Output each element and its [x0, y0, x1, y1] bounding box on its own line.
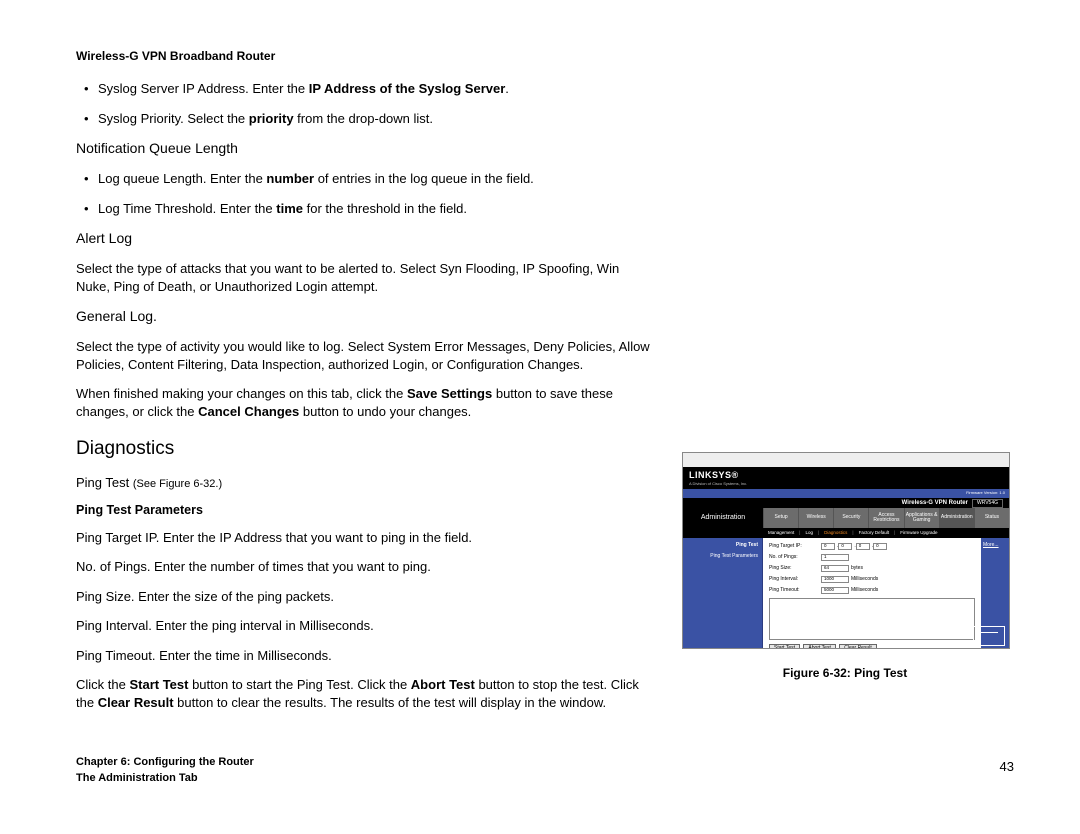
bold: Abort Test — [411, 677, 475, 692]
bullet-syslog-priority: Syslog Priority. Select the priority fro… — [76, 110, 656, 128]
subnav-management[interactable]: Management — [763, 530, 799, 536]
page-number: 43 — [1000, 758, 1014, 776]
section-title-admin: Administration — [683, 508, 763, 528]
heading-notification-queue: Notification Queue Length — [76, 139, 656, 158]
page-header: Wireless-G VPN Broadband Router — [76, 48, 275, 64]
text: button to start the Ping Test. Click the — [188, 677, 410, 692]
input-ping-size[interactable]: 64 — [821, 565, 849, 572]
text: Log queue Length. Enter the — [98, 171, 266, 186]
tab-applications-gaming[interactable]: Applications & Gaming — [904, 508, 939, 528]
text: Syslog Server IP Address. Enter the — [98, 81, 309, 96]
input-ping-interval[interactable]: 1000 — [821, 576, 849, 583]
text: of entries in the log queue in the field… — [314, 171, 534, 186]
text: . — [505, 81, 509, 96]
para-alert-log: Select the type of attacks that you want… — [76, 260, 656, 295]
input-ip-2[interactable]: 0 — [838, 543, 852, 550]
bullet-syslog-ip: Syslog Server IP Address. Enter the IP A… — [76, 80, 656, 98]
text: button to undo your changes. — [299, 404, 471, 419]
footer-tab: The Administration Tab — [76, 771, 254, 786]
brand-logo: LINKSYS® — [689, 469, 739, 481]
bold: IP Address of the Syslog Server — [309, 81, 506, 96]
unit-bytes: bytes — [851, 565, 863, 572]
input-no-pings[interactable]: 1 — [821, 554, 849, 561]
bold: Cancel Changes — [198, 404, 299, 419]
text: Log Time Threshold. Enter the — [98, 201, 276, 216]
main-content: Syslog Server IP Address. Enter the IP A… — [76, 80, 656, 723]
input-ping-timeout[interactable]: 5000 — [821, 587, 849, 594]
text: for the threshold in the field. — [303, 201, 467, 216]
footer-chapter: Chapter 6: Configuring the Router — [76, 755, 254, 770]
subnav-factory-default[interactable]: Factory Default — [854, 530, 895, 536]
page-footer: Chapter 6: Configuring the Router The Ad… — [76, 755, 254, 786]
text: from the drop-down list. — [294, 111, 433, 126]
panel-ping-test: Ping Test — [687, 542, 758, 549]
abort-test-button[interactable]: Abort Test — [803, 644, 835, 649]
bold: time — [276, 201, 303, 216]
panel-ping-params: Ping Test Parameters — [687, 553, 758, 560]
router-window: LINKSYS® A Division of Cisco Systems, In… — [682, 452, 1010, 649]
para-ping-timeout: Ping Timeout. Enter the time in Millisec… — [76, 647, 656, 665]
text: Ping Test — [76, 475, 133, 490]
heading-ping-params: Ping Test Parameters — [76, 502, 656, 519]
text: button to clear the results. The results… — [174, 695, 607, 710]
heading-ping-test: Ping Test (See Figure 6-32.) — [76, 474, 656, 492]
label-target-ip: Ping Target IP: — [769, 543, 821, 550]
router-model: WRV54G — [972, 499, 1003, 508]
input-ip-1[interactable]: 0 — [821, 543, 835, 550]
para-ping-interval: Ping Interval. Enter the ping interval i… — [76, 617, 656, 635]
ping-results-box — [769, 598, 975, 640]
input-ip-3[interactable]: 0 — [856, 543, 870, 550]
bold: priority — [249, 111, 294, 126]
clear-result-button[interactable]: Clear Result — [839, 644, 877, 649]
start-test-button[interactable]: Start Test — [769, 644, 800, 649]
para-ping-target: Ping Target IP. Enter the IP Address tha… — [76, 529, 656, 547]
figure-caption: Figure 6-32: Ping Test — [682, 665, 1008, 681]
tab-wireless[interactable]: Wireless — [798, 508, 833, 528]
tab-status[interactable]: Status — [974, 508, 1009, 528]
tab-access-restrictions[interactable]: Access Restrictions — [868, 508, 903, 528]
subnav-firmware-upgrade[interactable]: Firmware Upgrade — [895, 530, 942, 536]
bold: Clear Result — [98, 695, 174, 710]
label-no-of-pings: No. of Pings: — [769, 554, 821, 561]
tab-administration[interactable]: Administration — [939, 508, 974, 528]
more-link[interactable]: More... — [983, 542, 999, 548]
bullet-log-queue-length: Log queue Length. Enter the number of en… — [76, 170, 656, 188]
para-ping-size: Ping Size. Enter the size of the ping pa… — [76, 588, 656, 606]
label-ping-size: Ping Size: — [769, 565, 821, 572]
para-general-log: Select the type of activity you would li… — [76, 338, 656, 373]
tab-setup[interactable]: Setup — [763, 508, 798, 528]
router-form: Ping Target IP: 0. 0. 0. 0 No. of Pings:… — [763, 538, 981, 649]
firmware-version: Firmware Version: 1.0 — [966, 490, 1005, 495]
router-topbar: LINKSYS® A Division of Cisco Systems, In… — [683, 467, 1009, 489]
help-column: More... — [981, 538, 1009, 649]
text: Syslog Priority. Select the — [98, 111, 249, 126]
text: Click the — [76, 677, 129, 692]
bold: Save Settings — [407, 386, 492, 401]
label-ping-interval: Ping Interval: — [769, 576, 821, 583]
tab-security[interactable]: Security — [833, 508, 868, 528]
heading-diagnostics: Diagnostics — [76, 436, 656, 462]
heading-general-log: General Log. — [76, 307, 656, 326]
input-ip-4[interactable]: 0 — [873, 543, 887, 550]
para-finish: When finished making your changes on thi… — [76, 385, 656, 420]
subnav-diagnostics[interactable]: Diagnostics — [819, 530, 852, 536]
text: When finished making your changes on thi… — [76, 386, 407, 401]
router-left-panel: Ping Test Ping Test Parameters — [683, 538, 763, 649]
figure-ping-test: LINKSYS® A Division of Cisco Systems, In… — [682, 452, 1008, 681]
para-no-of-pings: No. of Pings. Enter the number of times … — [76, 558, 656, 576]
cisco-logo-icon — [973, 626, 1005, 646]
para-buttons: Click the Start Test button to start the… — [76, 676, 656, 711]
bold: number — [266, 171, 314, 186]
router-blueband: Firmware Version: 1.0 — [683, 489, 1009, 498]
bullet-log-time-threshold: Log Time Threshold. Enter the time for t… — [76, 200, 656, 218]
subnav-log[interactable]: Log — [800, 530, 818, 536]
brand-subtitle: A Division of Cisco Systems, Inc. — [689, 481, 747, 486]
unit-ms-2: Milliseconds — [851, 587, 878, 594]
figure-reference: (See Figure 6-32.) — [133, 478, 222, 490]
router-title: Wireless-G VPN Router — [902, 499, 968, 507]
unit-ms-1: Milliseconds — [851, 576, 878, 583]
heading-alert-log: Alert Log — [76, 229, 656, 248]
bold: Start Test — [129, 677, 188, 692]
label-ping-timeout: Ping Timeout: — [769, 587, 821, 594]
